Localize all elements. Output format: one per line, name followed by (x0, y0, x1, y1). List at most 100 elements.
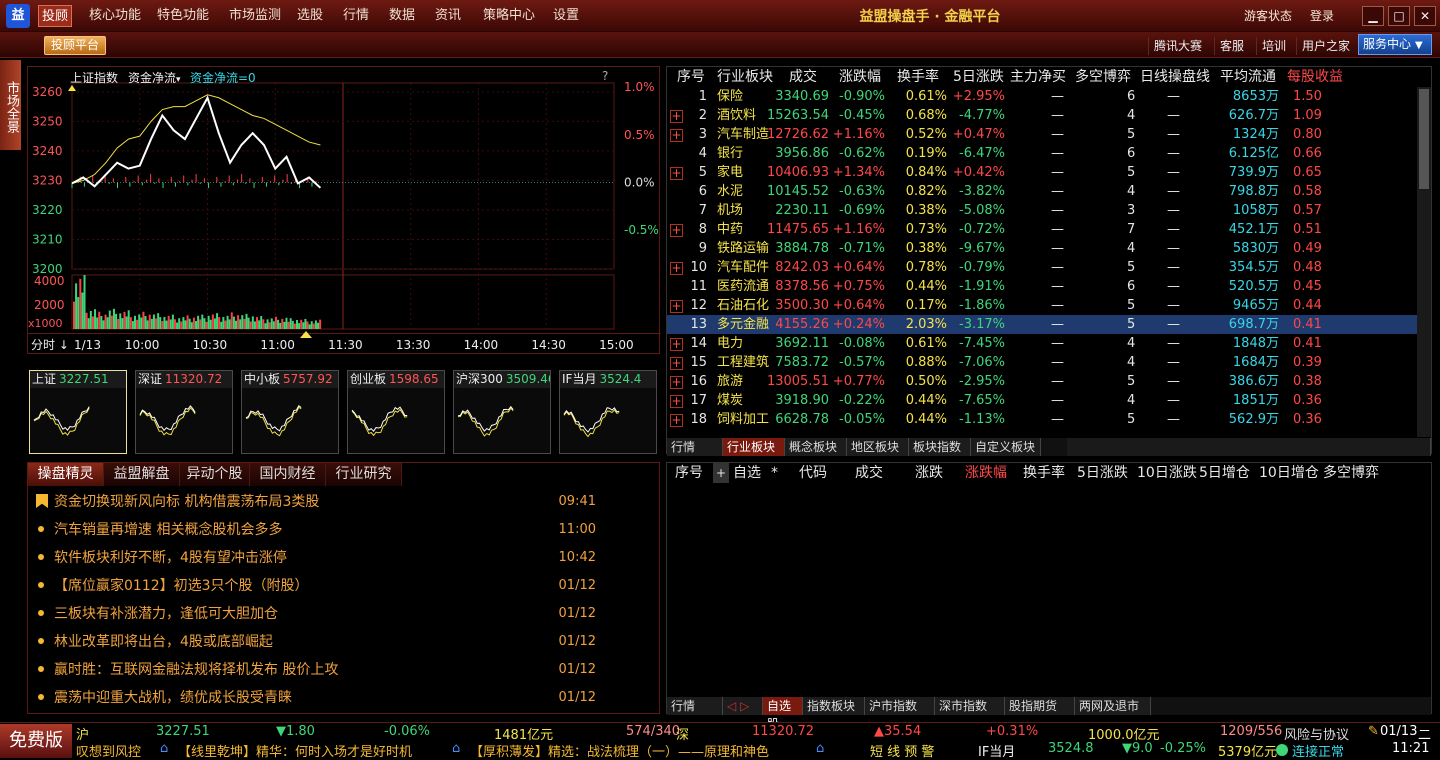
index-thumb-2[interactable]: 中小板 5757.92 (241, 370, 339, 454)
sector-row[interactable]: +8 中药 11475.65 +1.16% 0.73% -0.72% — 7 — 452.1万 0.… (667, 220, 1417, 239)
sector-tab-1[interactable]: 行业板块 (723, 438, 785, 456)
expand-plus-icon[interactable]: + (670, 224, 683, 237)
market-overview-tab[interactable]: 市场全景 (0, 60, 22, 150)
sector-tab-2[interactable]: 概念板块 (785, 438, 847, 456)
expand-plus-icon[interactable]: + (670, 395, 683, 408)
advisor-platform-button[interactable]: 投顾平台 (44, 36, 107, 55)
expand-plus-icon[interactable]: + (670, 262, 683, 275)
menu-4[interactable]: 选股 (292, 5, 328, 27)
sector-col-header[interactable]: 行业板块 (717, 67, 773, 87)
training-link[interactable]: 培训 (1256, 37, 1291, 55)
period-selector[interactable]: 分时 ↓ (31, 338, 69, 352)
index-thumb-4[interactable]: 沪深3003509.46 (453, 370, 551, 454)
expand-plus-icon[interactable]: + (670, 110, 683, 123)
sector-col-header[interactable]: 成交 (789, 67, 817, 87)
sector-row[interactable]: 6 水泥 10145.52 -0.63% 0.82% -3.82% — 4 — 798.8万 0.5… (667, 182, 1417, 201)
news-item[interactable]: 【席位赢家0112】初选3只个股（附股） 01/12 (34, 572, 654, 600)
sector-row[interactable]: +14 电力 3692.11 -0.08% 0.61% -7.45% — 4 — 1848万 0.4… (667, 334, 1417, 353)
news-item[interactable]: 汽车销量再增速 相关概念股机会多多 11:00 (34, 516, 654, 544)
menu-7[interactable]: 资讯 (430, 5, 466, 27)
indicator-selector[interactable]: 资金净流▾ (128, 69, 181, 86)
watch-col-header[interactable]: 5日涨跌 (1077, 463, 1128, 483)
index-thumb-5[interactable]: IF当月 3524.4 (559, 370, 657, 454)
sector-row[interactable]: +2 酒饮料 15263.54 -0.45% 0.68% -4.77% — 4 — 626.7万 1… (667, 106, 1417, 125)
news-tab-3[interactable]: 国内财经 (250, 463, 326, 486)
customer-service-link[interactable]: 客服 (1214, 37, 1249, 55)
sector-row[interactable]: +12 石油石化 3500.30 +0.64% 0.17% -1.86% — 5 — 9465万 0… (667, 296, 1417, 315)
watch-col-header[interactable]: 序号 (675, 463, 703, 483)
menu-3[interactable]: 市场监测 (224, 5, 286, 27)
expand-plus-icon[interactable]: + (670, 129, 683, 142)
watch-tab-0[interactable]: 行情 (667, 697, 723, 715)
menu-6[interactable]: 数据 (384, 5, 420, 27)
sector-col-header[interactable]: 5日涨跌 (953, 67, 1004, 87)
expand-plus-icon[interactable]: + (670, 357, 683, 370)
watch-col-header[interactable]: 5日增仓 (1199, 463, 1250, 483)
watch-tab-4[interactable]: 深市指数 (935, 697, 1005, 715)
watch-tab-3[interactable]: 沪市指数 (865, 697, 935, 715)
news-item[interactable]: 三板块有补涨潜力，逢低可大胆加仓 01/12 (34, 600, 654, 628)
sector-tab-3[interactable]: 地区板块 (847, 438, 909, 456)
login-link[interactable]: 登录 (1310, 7, 1334, 24)
sector-row[interactable]: 9 铁路运输 3884.78 -0.71% 0.38% -9.67% — 4 — 5830万 0.4… (667, 239, 1417, 258)
sector-col-header[interactable]: 主力净买 (1010, 67, 1066, 87)
watch-col-header[interactable]: * (771, 463, 778, 483)
news-item[interactable]: 软件板块利好不断，4股有望冲击涨停 10:42 (34, 544, 654, 572)
guest-status-link[interactable]: 游客状态 (1244, 7, 1292, 24)
ticker-text[interactable]: 【厚积薄发】精选：战法梳理（一）——原理和神色 (470, 741, 769, 760)
news-item[interactable]: 资金切换现新风向标 机构借震荡布局3类股 09:41 (34, 488, 654, 516)
sector-col-header[interactable]: 多空博弈 (1075, 67, 1131, 87)
sector-row[interactable]: +17 煤炭 3918.90 -0.22% 0.44% -7.65% — 4 — 1851万 0.3… (667, 391, 1417, 410)
sector-row[interactable]: +3 汽车制造 12726.62 +1.16% 0.52% +0.47% — 5 — 1324万 0… (667, 125, 1417, 144)
user-home-link[interactable]: 用户之家 (1296, 37, 1355, 55)
sector-tab-0[interactable]: 行情 (667, 438, 723, 456)
short-warning-link[interactable]: 短 线 预 警 (870, 741, 934, 760)
expand-plus-icon[interactable]: + (670, 167, 683, 180)
watch-col-header[interactable]: 多空博弈 (1323, 463, 1379, 483)
sector-row[interactable]: +5 家电 10406.93 +1.34% 0.84% +0.42% — 5 — 739.9万 0.… (667, 163, 1417, 182)
menu-8[interactable]: 策略中心 (478, 5, 540, 27)
sector-row[interactable]: 13 多元金融 4155.26 +0.24% 2.03% -3.17% — 5 — 698.7万 0… (667, 315, 1417, 334)
watch-tab-1[interactable]: 自选股 (763, 697, 803, 731)
news-tab-1[interactable]: 益盟解盘 (104, 463, 180, 486)
watch-col-header[interactable]: 换手率 (1023, 463, 1065, 483)
news-tab-2[interactable]: 异动个股 (180, 463, 250, 486)
prev-next-arrows[interactable]: ◁ ▷ (723, 697, 763, 715)
watch-col-header[interactable]: 代码 (799, 463, 827, 483)
watch-tab-6[interactable]: 两网及退市 (1075, 697, 1151, 715)
sector-row[interactable]: +18 饲料加工 6628.78 -0.05% 0.44% -1.13% — 5 — 562.9万… (667, 410, 1417, 429)
expand-plus-icon[interactable]: + (670, 338, 683, 351)
watch-col-header[interactable]: 自选 (733, 463, 761, 483)
sector-tab-5[interactable]: 自定义板块 (971, 438, 1041, 456)
sector-col-header[interactable]: 平均流通 (1220, 67, 1276, 87)
horizontal-scrollbar[interactable] (1067, 438, 1431, 456)
index-thumb-3[interactable]: 创业板 1598.65 (347, 370, 445, 454)
menu-2[interactable]: 特色功能 (152, 5, 214, 27)
index-thumb-0[interactable]: 上证 3227.51 (29, 370, 127, 454)
menu-0[interactable]: 投顾 (38, 5, 72, 27)
news-item[interactable]: 震荡中迎重大战机，绩优成长股受青睐 01/12 (34, 684, 654, 712)
sector-col-header[interactable]: 序号 (677, 67, 705, 87)
news-tab-0[interactable]: 操盘精灵 (28, 463, 104, 486)
sector-row[interactable]: 11 医药流通 8378.56 +0.75% 0.44% -1.91% — 6 — 520.5万 0… (667, 277, 1417, 296)
expand-plus-icon[interactable]: + (670, 414, 683, 427)
watch-col-header[interactable]: 10日涨跌 (1137, 463, 1197, 483)
index-thumb-1[interactable]: 深证 11320.72 (135, 370, 233, 454)
sector-row[interactable]: 7 机场 2230.11 -0.69% 0.38% -5.08% — 3 — 1058万 0.57 (667, 201, 1417, 220)
close-icon[interactable]: ✕ (1414, 6, 1436, 26)
ticker-text[interactable]: 叹想到风控 (76, 741, 141, 760)
menu-9[interactable]: 设置 (548, 5, 584, 27)
news-item[interactable]: 林业改革即将出台，4股或底部崛起 01/12 (34, 628, 654, 656)
vertical-scrollbar[interactable] (1417, 87, 1431, 437)
watch-col-header[interactable]: 涨跌 (915, 463, 943, 483)
watch-col-header[interactable]: 成交 (855, 463, 883, 483)
sector-row[interactable]: 1 保险 3340.69 -0.90% 0.61% +2.95% — 6 — 8653万 1.50 (667, 87, 1417, 106)
menu-5[interactable]: 行情 (338, 5, 374, 27)
watch-col-header[interactable]: 10日增仓 (1259, 463, 1319, 483)
sector-row[interactable]: 4 银行 3956.86 -0.62% 0.19% -6.47% — 6 — 6.125亿 0.66 (667, 144, 1417, 163)
free-version-badge[interactable]: 免费版 (0, 724, 72, 758)
sector-row[interactable]: +10 汽车配件 8242.03 +0.64% 0.78% -0.79% — 5 — 354.5万… (667, 258, 1417, 277)
sector-row[interactable]: +16 旅游 13005.51 +0.77% 0.50% -2.95% — 5 — 386.6万 0… (667, 372, 1417, 391)
watch-tab-2[interactable]: 指数板块 (803, 697, 865, 715)
watch-col-header[interactable]: + (713, 463, 730, 483)
